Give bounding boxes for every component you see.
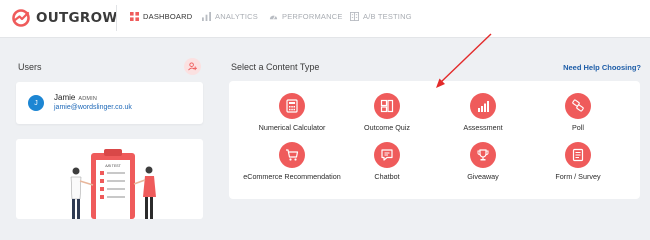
ab-test-illustration-card: A/B TEST xyxy=(16,139,203,219)
nav-analytics[interactable]: ANALYTICS xyxy=(202,12,258,21)
nav-performance-label: PERFORMANCE xyxy=(282,12,343,21)
nav-ab-testing-label: A/B TESTING xyxy=(363,12,412,21)
form-icon xyxy=(572,148,584,162)
content-type-ecommerce-recommendation[interactable]: eCommerce Recommendation xyxy=(242,142,342,181)
content-type-icon-circle xyxy=(470,93,496,119)
content-type-form-survey[interactable]: Form / Survey xyxy=(528,142,628,181)
ab-testing-icon xyxy=(350,12,359,21)
nav-dashboard-label: DASHBOARD xyxy=(143,12,193,21)
trophy-icon xyxy=(477,149,489,161)
content-type-section-title: Select a Content Type xyxy=(231,62,320,72)
dashboard-icon xyxy=(130,12,139,21)
need-help-choosing-link[interactable]: Need Help Choosing? xyxy=(563,63,641,72)
nav-divider xyxy=(116,5,117,31)
ab-test-illustration: A/B TEST xyxy=(70,149,156,219)
content-type-label: Assessment xyxy=(463,123,503,132)
content-type-numerical-calculator[interactable]: Numerical Calculator xyxy=(242,93,342,132)
users-section-title: Users xyxy=(18,62,42,72)
content-type-icon-circle xyxy=(279,93,305,119)
cart-icon xyxy=(286,149,299,161)
user-card[interactable]: J Jamie ADMIN jamie@wordslinger.co.uk xyxy=(16,82,203,124)
assessment-icon xyxy=(478,101,489,112)
content-type-label: Numerical Calculator xyxy=(258,123,326,132)
content-type-assessment[interactable]: Assessment xyxy=(433,93,533,132)
content-type-icon-circle xyxy=(279,142,305,168)
outgrow-logo-icon xyxy=(12,9,30,27)
brand-name: OUTGROW xyxy=(36,10,118,26)
top-navigation-bar: OUTGROW DASHBOARD ANALYTICS PERFORMANCE … xyxy=(0,0,650,38)
user-email-link[interactable]: jamie@wordslinger.co.uk xyxy=(54,104,132,111)
poll-icon xyxy=(572,99,584,112)
content-type-panel: Numerical Calculator Outcome Quiz Assess… xyxy=(229,81,640,199)
user-name: Jamie xyxy=(54,93,76,102)
content-type-icon-circle xyxy=(374,93,400,119)
content-type-label: Giveaway xyxy=(467,172,499,181)
nav-dashboard[interactable]: DASHBOARD xyxy=(130,12,192,21)
add-user-icon xyxy=(188,62,197,71)
content-type-giveaway[interactable]: Giveaway xyxy=(433,142,533,181)
content-type-label: Chatbot xyxy=(374,172,400,181)
analytics-icon xyxy=(202,12,211,21)
content-type-icon-circle xyxy=(565,142,591,168)
outgrow-logo[interactable]: OUTGROW xyxy=(11,8,118,28)
user-role-badge: ADMIN xyxy=(78,96,98,102)
user-name-line: Jamie ADMIN xyxy=(54,93,97,102)
content-type-icon-circle xyxy=(374,142,400,168)
nav-ab-testing[interactable]: A/B TESTING xyxy=(350,12,412,21)
content-type-icon-circle xyxy=(470,142,496,168)
quiz-icon xyxy=(380,99,394,113)
content-type-label: Outcome Quiz xyxy=(364,123,410,132)
content-type-label: Form / Survey xyxy=(555,172,601,181)
avatar: J xyxy=(28,95,44,111)
add-user-button[interactable] xyxy=(184,58,201,75)
content-type-outcome-quiz[interactable]: Outcome Quiz xyxy=(337,93,437,132)
performance-icon xyxy=(269,15,278,20)
content-type-poll[interactable]: Poll xyxy=(528,93,628,132)
content-type-label: Poll xyxy=(572,123,584,132)
content-type-icon-circle xyxy=(565,93,591,119)
illustration-caption: A/B TEST xyxy=(105,164,121,168)
nav-performance[interactable]: PERFORMANCE xyxy=(269,12,343,21)
chatbot-icon xyxy=(381,149,393,161)
calculator-icon xyxy=(286,99,298,113)
content-type-label: eCommerce Recommendation xyxy=(243,172,341,181)
nav-analytics-label: ANALYTICS xyxy=(215,12,258,21)
content-type-chatbot[interactable]: Chatbot xyxy=(337,142,437,181)
